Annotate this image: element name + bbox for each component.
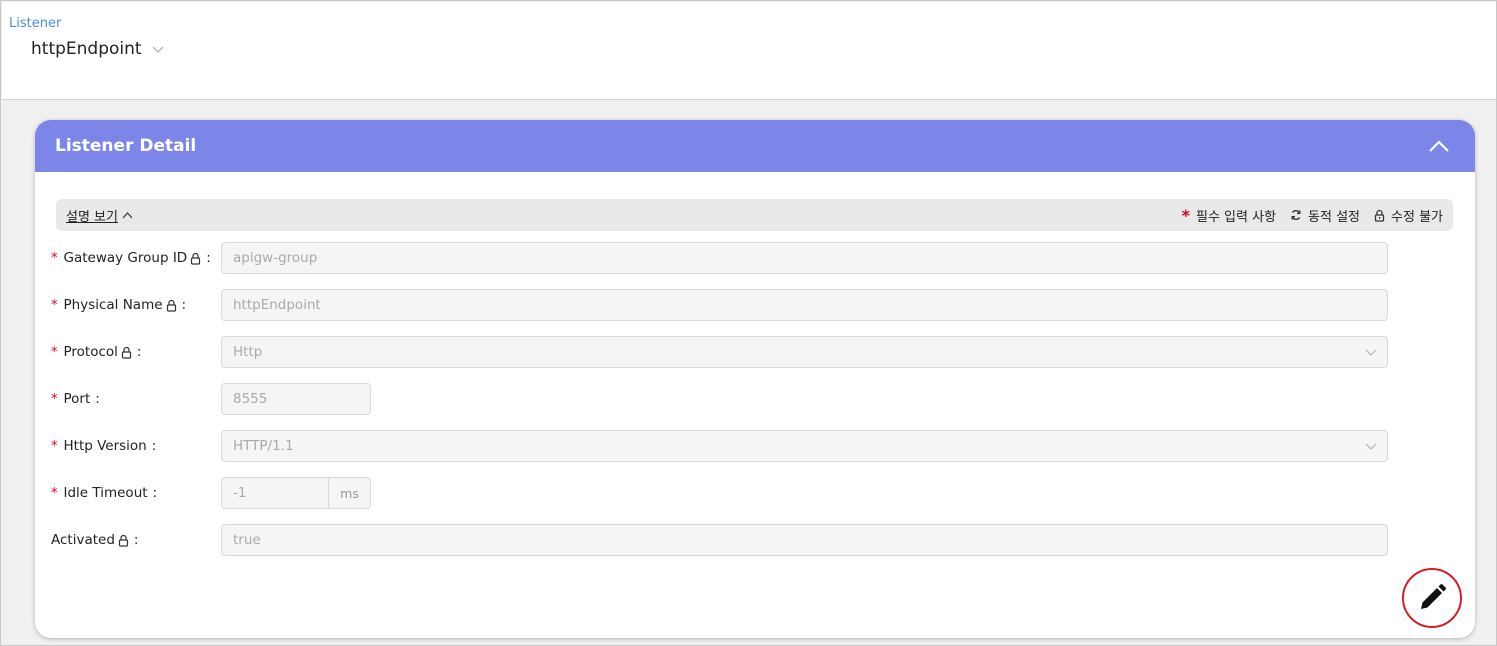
label-colon: :: [95, 391, 100, 407]
field-label: * Idle Timeout :: [51, 485, 221, 501]
http-version-select[interactable]: HTTP/1.1: [221, 430, 1388, 462]
field-label: * Physical Name :: [51, 297, 221, 313]
chevron-up-icon: [1429, 140, 1449, 152]
required-star-icon: *: [51, 297, 58, 313]
label-colon: :: [181, 297, 187, 313]
required-star-icon: *: [51, 344, 58, 360]
lock-icon: [121, 346, 132, 359]
card-header: Listener Detail: [35, 120, 1475, 172]
breadcrumb[interactable]: Listener: [9, 16, 61, 31]
form-row-gateway-group-id: * Gateway Group ID :: [51, 242, 221, 274]
chevron-down-icon: [1365, 349, 1377, 356]
port-field[interactable]: 8555: [221, 383, 371, 415]
entity-name: httpEndpoint: [31, 39, 142, 59]
field-label: Activated :: [51, 532, 221, 548]
protocol-label: Protocol: [63, 344, 118, 360]
chevron-down-icon: [152, 46, 164, 53]
legend: * 필수 입력 사항 동적 설정 수정 불가: [1176, 206, 1443, 225]
field-label: * Http Version :: [51, 438, 221, 454]
lock-icon: [191, 252, 201, 265]
activated-field[interactable]: true: [221, 524, 1388, 556]
app-frame: Listener httpEndpoint Listener Detail 설명…: [0, 0, 1497, 646]
chevron-up-icon: [122, 212, 133, 219]
activated-label: Activated: [51, 532, 115, 548]
lock-icon: [1374, 209, 1385, 222]
port-value: 8555: [233, 391, 268, 407]
legend-required: * 필수 입력 사항: [1182, 206, 1276, 225]
form-row-http-version: * Http Version :: [51, 430, 221, 462]
form-row-physical-name: * Physical Name :: [51, 289, 221, 321]
gateway-group-id-field[interactable]: apigw-group: [221, 242, 1388, 274]
protocol-value: Http: [233, 344, 263, 360]
form-row-protocol: * Protocol :: [51, 336, 221, 368]
description-toggle-label: 설명 보기: [66, 209, 118, 225]
idle-timeout-unit: ms: [329, 477, 371, 509]
required-star-icon: *: [51, 438, 58, 454]
entity-selector[interactable]: httpEndpoint: [31, 39, 164, 59]
field-label: * Protocol :: [51, 344, 221, 360]
legend-required-label: 필수 입력 사항: [1196, 209, 1277, 225]
http-version-label: Http Version: [63, 438, 147, 454]
required-star-icon: *: [1181, 205, 1190, 225]
label-colon: :: [133, 532, 139, 548]
idle-timeout-field[interactable]: -1: [221, 477, 329, 509]
form-row-port: * Port :: [51, 383, 221, 415]
chevron-down-icon: [1365, 443, 1377, 450]
lock-icon: [118, 534, 129, 547]
http-version-value: HTTP/1.1: [233, 438, 294, 454]
legend-locked: 수정 불가: [1374, 206, 1443, 225]
label-colon: :: [151, 438, 157, 454]
top-header: Listener httpEndpoint: [2, 2, 1496, 100]
label-colon: :: [206, 250, 211, 266]
physical-name-value: httpEndpoint: [233, 297, 321, 313]
idle-timeout-label: Idle Timeout: [63, 485, 148, 501]
field-label: * Port :: [51, 391, 221, 407]
pencil-icon: [1421, 584, 1446, 609]
form-row-activated: Activated :: [51, 524, 221, 556]
physical-name-field[interactable]: httpEndpoint: [221, 289, 1388, 321]
physical-name-label: Physical Name: [63, 297, 163, 313]
refresh-icon: [1291, 209, 1301, 221]
lock-icon: [166, 299, 176, 312]
required-star-icon: *: [51, 485, 58, 501]
card-title: Listener Detail: [55, 136, 197, 156]
required-star-icon: *: [51, 250, 58, 266]
field-label: * Gateway Group ID :: [51, 250, 221, 266]
edit-button[interactable]: [1402, 568, 1462, 628]
gateway-group-id-label: Gateway Group ID: [63, 250, 188, 266]
idle-timeout-field-group: -1 ms: [221, 477, 371, 509]
idle-timeout-value: -1: [233, 485, 247, 501]
required-star-icon: *: [51, 391, 58, 407]
protocol-select[interactable]: Http: [221, 336, 1388, 368]
port-label: Port: [63, 391, 91, 407]
collapse-button[interactable]: [1423, 130, 1455, 162]
legend-dynamic: 동적 설정: [1290, 206, 1360, 225]
listener-detail-card: Listener Detail 설명 보기 * 필수 입력 사항 동적 설정 수…: [35, 120, 1475, 638]
label-colon: :: [136, 344, 142, 360]
form-row-idle-timeout: * Idle Timeout :: [51, 477, 221, 509]
gateway-group-id-value: apigw-group: [233, 250, 318, 266]
legend-dynamic-label: 동적 설정: [1308, 209, 1361, 225]
activated-value: true: [233, 532, 261, 548]
label-colon: :: [152, 485, 158, 501]
description-bar: 설명 보기 * 필수 입력 사항 동적 설정 수정 불가: [56, 199, 1453, 231]
legend-locked-label: 수정 불가: [1391, 209, 1443, 225]
description-toggle[interactable]: 설명 보기: [66, 206, 133, 225]
